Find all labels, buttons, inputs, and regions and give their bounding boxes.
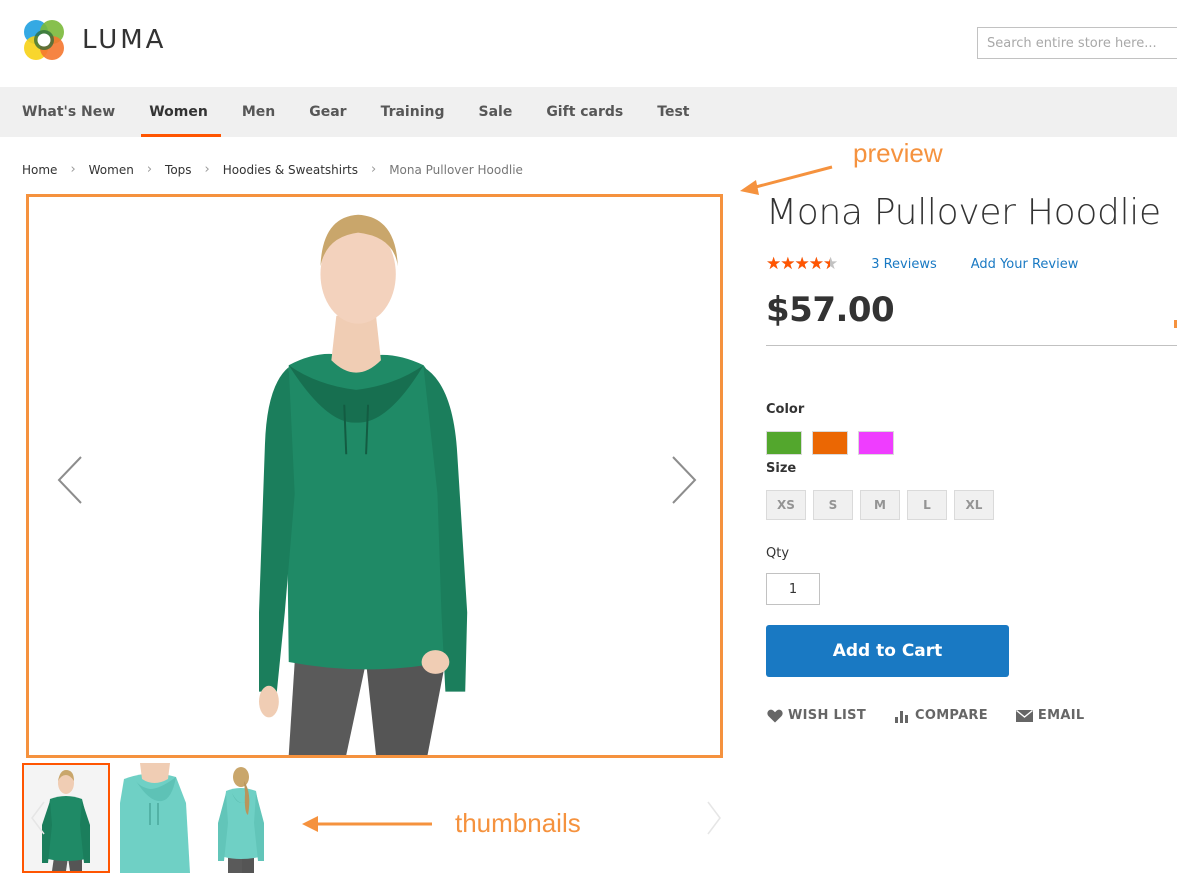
color-label: Color [766, 402, 805, 417]
nav-item-whats-new[interactable]: What's New [10, 87, 127, 137]
breadcrumb-current: Mona Pullover Hoodlie [389, 162, 523, 177]
size-option-xs[interactable]: XS [766, 490, 806, 520]
qty-label: Qty [766, 546, 790, 561]
compare-label: Compare [915, 708, 988, 723]
search-box[interactable] [977, 27, 1177, 59]
size-option-l[interactable]: L [907, 490, 947, 520]
chevron-left-icon [57, 456, 82, 504]
nav-item-gear[interactable]: Gear [297, 87, 358, 137]
logo-text: LUMA [82, 25, 167, 55]
product-title: Mona Pullover Hoodlie [766, 192, 1161, 233]
nav-item-men[interactable]: Men [230, 87, 287, 137]
color-swatches [766, 431, 904, 455]
breadcrumb-separator-icon: › [370, 162, 377, 177]
compare-button[interactable]: Compare [894, 708, 988, 723]
product-main-image [259, 214, 468, 755]
color-swatch-purple[interactable] [858, 431, 894, 455]
main-nav: What's New Women Men Gear Training Sale … [0, 87, 1177, 137]
size-option-xl[interactable]: XL [954, 490, 994, 520]
email-label: Email [1037, 708, 1085, 723]
annotation-thumbnails-label: thumbnails [455, 808, 581, 838]
chevron-right-icon [672, 456, 697, 504]
size-options: XS S M L XL [766, 490, 1001, 520]
rating-summary: ★★★★★ ★★★★★ 3 Reviews Add Your Review [766, 256, 1078, 273]
qty-field[interactable] [766, 573, 820, 605]
thumbnail-prev-icon[interactable] [30, 800, 46, 836]
size-option-s[interactable]: S [813, 490, 853, 520]
wish-list-label: Wish List [788, 708, 866, 723]
breadcrumb-separator-icon: › [70, 162, 76, 177]
thumbnail-image-closeup-aqua [110, 763, 198, 873]
breadcrumb-hoodies[interactable]: Hoodies & Sweatshirts [223, 163, 358, 177]
rating-stars-icon: ★★★★★ ★★★★★ [766, 254, 838, 274]
site-header: LUMA [0, 0, 1177, 87]
nav-item-training[interactable]: Training [369, 87, 457, 137]
wish-list-button[interactable]: Wish List [767, 708, 866, 723]
bar-chart-icon [894, 709, 910, 723]
luma-logo-icon [24, 20, 64, 60]
gallery-prev-button[interactable] [57, 455, 87, 505]
breadcrumb-separator-icon: › [146, 162, 153, 177]
divider [766, 345, 1177, 346]
email-button[interactable]: Email [1015, 708, 1085, 723]
thumbnail-next-icon[interactable] [706, 800, 722, 836]
nav-item-gift-cards[interactable]: Gift cards [534, 87, 635, 137]
nav-item-sale[interactable]: Sale [466, 87, 524, 137]
breadcrumb-separator-icon: › [204, 162, 210, 177]
qty-input[interactable] [767, 574, 819, 604]
image-preview[interactable] [26, 194, 723, 758]
nav-item-women[interactable]: Women [137, 87, 221, 137]
breadcrumb: Home › Women › Tops › Hoodies & Sweatshi… [22, 162, 523, 177]
color-swatch-orange[interactable] [812, 431, 848, 455]
search-input[interactable] [978, 28, 1177, 58]
thumbnail-strip [22, 763, 286, 873]
preview-arrow-icon [740, 165, 833, 195]
add-review-link[interactable]: Add Your Review [971, 257, 1079, 272]
thumbnails-arrow-icon [302, 816, 432, 832]
reviews-link[interactable]: 3 Reviews [871, 257, 937, 272]
breadcrumb-tops[interactable]: Tops [165, 163, 192, 177]
breadcrumb-women[interactable]: Women [89, 163, 134, 177]
size-label: Size [766, 461, 797, 476]
color-swatch-green[interactable] [766, 431, 802, 455]
thumbnail-image-back-aqua [198, 763, 286, 873]
add-to-cart-button[interactable]: Add to Cart [766, 625, 1009, 677]
thumbnail-2[interactable] [110, 763, 198, 873]
thumbnail-3[interactable] [198, 763, 286, 873]
envelope-icon [1015, 709, 1033, 722]
heart-icon [767, 709, 783, 723]
nav-item-test[interactable]: Test [645, 87, 701, 137]
gallery-next-button[interactable] [667, 455, 697, 505]
product-price: $57.00 [766, 290, 895, 330]
annotation-preview-label: preview [853, 138, 943, 168]
size-option-m[interactable]: M [860, 490, 900, 520]
breadcrumb-home[interactable]: Home [22, 163, 57, 177]
logo[interactable]: LUMA [22, 18, 166, 62]
product-actions: Wish List Compare Email [767, 708, 1112, 723]
